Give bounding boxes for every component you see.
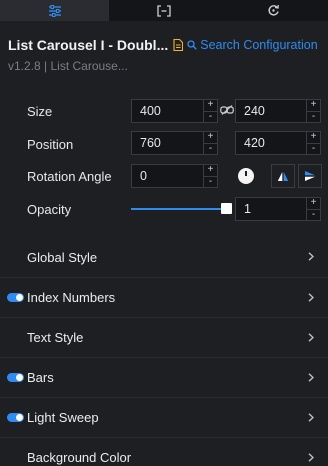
rotation-angle-value: 0: [140, 169, 147, 183]
section-background-color[interactable]: Background Color: [0, 437, 328, 466]
rotation-increment-button[interactable]: +: [204, 165, 217, 176]
chevron-right-icon: [308, 413, 314, 422]
opacity-value: 1: [244, 202, 251, 216]
rotation-angle-input[interactable]: 0 + -: [131, 164, 218, 188]
width-increment-button[interactable]: +: [204, 100, 217, 111]
search-icon: [187, 40, 198, 50]
tab-data[interactable]: [109, 0, 219, 21]
flip-horizontal-icon: [277, 171, 289, 181]
height-decrement-button[interactable]: -: [307, 110, 320, 123]
opacity-slider-track[interactable]: [131, 208, 227, 210]
panel-tab-bar: [0, 0, 328, 21]
version-info: v1.2.8 | List Carouse...: [8, 59, 128, 73]
sliders-icon: [48, 4, 61, 17]
section-index-numbers-label: Index Numbers: [27, 290, 116, 305]
tab-style[interactable]: [0, 0, 110, 21]
position-y-value: 420: [244, 136, 265, 150]
document-icon[interactable]: [173, 39, 184, 51]
opacity-decrement-button[interactable]: -: [307, 208, 320, 221]
position-label: Position: [27, 137, 74, 152]
opacity-input[interactable]: 1 + -: [235, 197, 321, 221]
position-y-increment-button[interactable]: +: [307, 132, 320, 143]
size-label: Size: [27, 104, 53, 119]
opacity-stepper: + -: [306, 198, 320, 220]
section-light-sweep[interactable]: Light Sweep: [0, 397, 328, 437]
rotation-dial[interactable]: [238, 168, 254, 184]
position-x-stepper: + -: [203, 132, 217, 154]
position-y-input[interactable]: 420 + -: [235, 131, 321, 155]
section-text-style[interactable]: Text Style: [0, 317, 328, 357]
chevron-right-icon: [308, 293, 314, 302]
flip-vertical-button[interactable]: [298, 164, 322, 188]
opacity-label: Opacity: [27, 202, 72, 217]
section-background-color-label: Background Color: [27, 450, 132, 465]
position-x-input[interactable]: 760 + -: [131, 131, 218, 155]
light-sweep-toggle[interactable]: [7, 413, 24, 422]
chevron-right-icon: [308, 252, 314, 261]
search-configuration-link[interactable]: Search Configuration: [187, 38, 318, 52]
chevron-right-icon: [308, 373, 314, 382]
component-title: List Carousel I - Doubl...: [8, 37, 169, 53]
rotation-angle-label: Rotation Angle: [27, 169, 112, 184]
refresh-icon: [268, 4, 279, 16]
opacity-slider-handle[interactable]: [221, 203, 232, 214]
section-global-style-label: Global Style: [27, 249, 98, 265]
rotation-angle-stepper: + -: [203, 165, 217, 187]
opacity-increment-button[interactable]: +: [307, 198, 320, 209]
width-value: 400: [140, 104, 161, 118]
position-x-decrement-button[interactable]: -: [204, 142, 217, 155]
flip-horizontal-button[interactable]: [271, 164, 295, 188]
bracket-frame-icon: [157, 4, 171, 17]
section-global-style[interactable]: Global Style: [0, 237, 328, 277]
section-light-sweep-label: Light Sweep: [27, 410, 99, 425]
chevron-right-icon: [308, 453, 314, 462]
component-header: List Carousel I - Doubl... Search Config…: [8, 36, 324, 54]
height-stepper: + -: [306, 100, 320, 122]
position-y-stepper: + -: [306, 132, 320, 154]
width-stepper: + -: [203, 100, 217, 122]
height-value: 240: [244, 104, 265, 118]
flip-vertical-icon: [305, 171, 315, 181]
height-input[interactable]: 240 + -: [235, 99, 321, 123]
search-configuration-label: Search Configuration: [200, 38, 318, 52]
tab-interaction[interactable]: [218, 0, 328, 21]
chevron-right-icon: [308, 333, 314, 342]
height-increment-button[interactable]: +: [307, 100, 320, 111]
index-numbers-toggle[interactable]: [7, 293, 24, 302]
section-bars-label: Bars: [27, 370, 54, 385]
section-bars[interactable]: Bars: [0, 357, 328, 397]
position-x-value: 760: [140, 136, 161, 150]
position-x-increment-button[interactable]: +: [204, 132, 217, 143]
width-input[interactable]: 400 + -: [131, 99, 218, 123]
section-text-style-label: Text Style: [27, 330, 84, 345]
width-decrement-button[interactable]: -: [204, 110, 217, 123]
bars-toggle[interactable]: [7, 373, 24, 382]
position-y-decrement-button[interactable]: -: [307, 142, 320, 155]
rotation-decrement-button[interactable]: -: [204, 175, 217, 188]
section-index-numbers[interactable]: Index Numbers: [0, 277, 328, 317]
link-ratio-icon[interactable]: [220, 105, 234, 115]
